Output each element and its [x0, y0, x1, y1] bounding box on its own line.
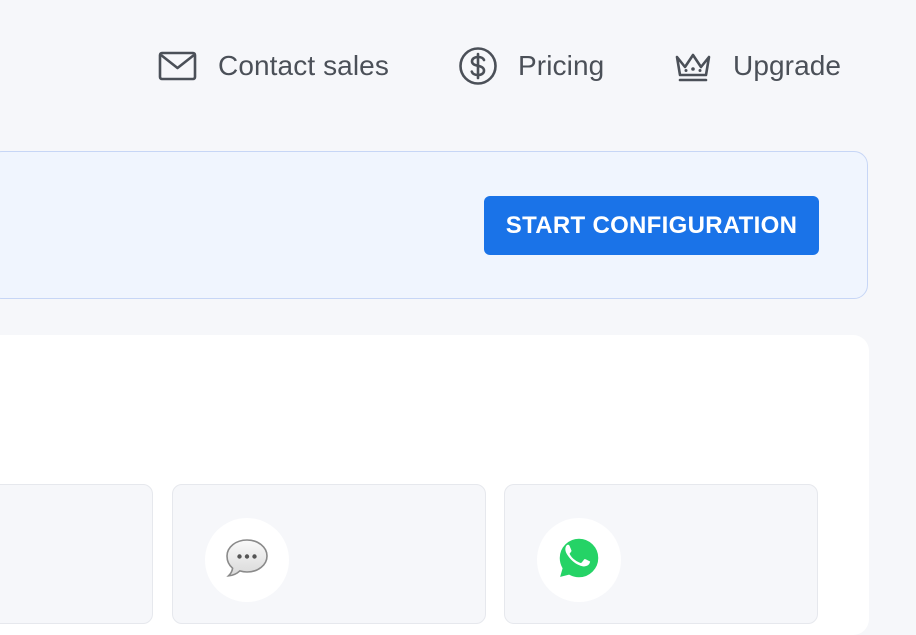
channel-card[interactable] [0, 484, 153, 624]
imessage-icon [224, 537, 270, 584]
whatsapp-icon [555, 534, 603, 587]
crown-icon [673, 49, 713, 83]
channel-card-whatsapp[interactable] [504, 484, 818, 624]
upgrade-label: Upgrade [733, 50, 842, 81]
top-navigation: Contact sales Pricing Upgrade [0, 0, 916, 130]
imessage-icon-container [205, 518, 289, 602]
channel-card-imessage[interactable] [172, 484, 486, 624]
contact-sales-label: Contact sales [218, 50, 389, 81]
pricing-label: Pricing [518, 50, 605, 81]
envelope-icon [158, 51, 198, 81]
start-configuration-button[interactable]: START CONFIGURATION [484, 196, 819, 255]
whatsapp-icon-container [537, 518, 621, 602]
pricing-link[interactable]: Pricing [458, 44, 604, 88]
dollar-circle-icon [458, 46, 498, 86]
upgrade-link[interactable]: Upgrade [673, 44, 841, 88]
contact-sales-link[interactable]: Contact sales [158, 44, 389, 88]
